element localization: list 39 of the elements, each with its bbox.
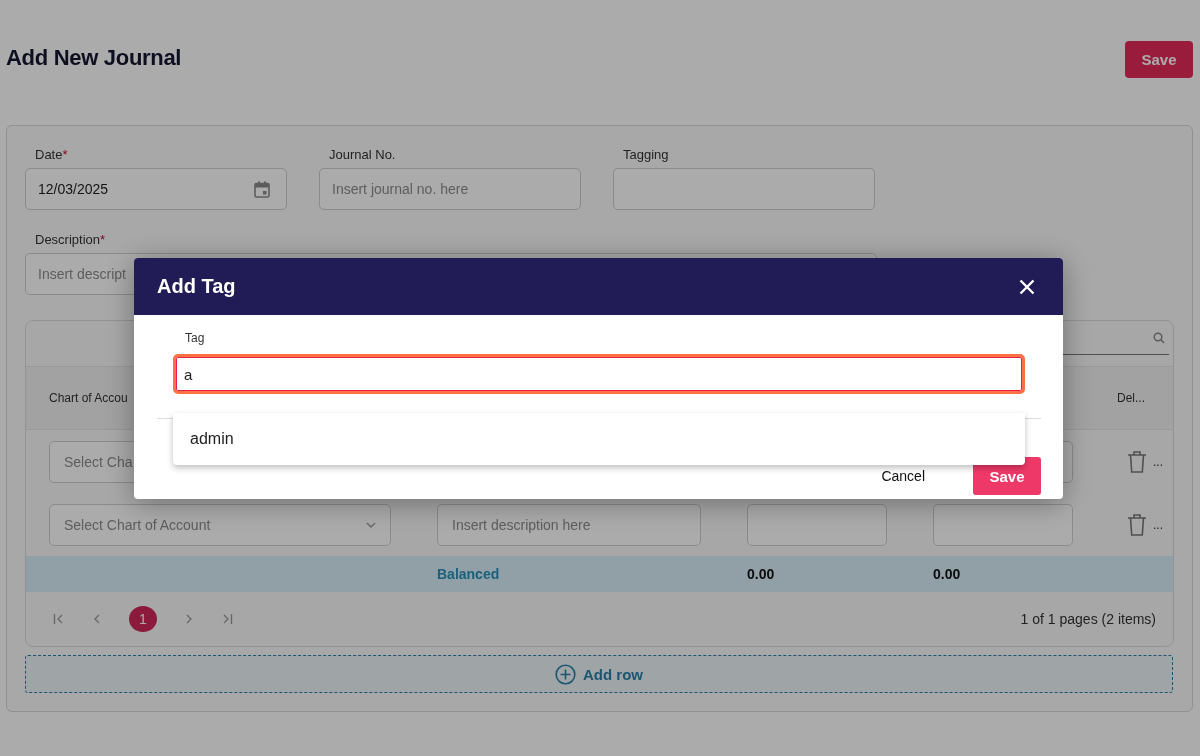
debit-input[interactable] xyxy=(747,503,887,546)
field-label: Tag xyxy=(185,331,206,345)
search-icon xyxy=(1153,331,1165,344)
date-field[interactable]: 12/03/2025 xyxy=(25,168,287,210)
balance-status: Balanced xyxy=(437,566,501,582)
account-select[interactable]: Select Chart of Account xyxy=(49,503,391,546)
previous-page-icon[interactable] xyxy=(93,614,101,624)
more-text: ... xyxy=(1153,454,1163,469)
save-button[interactable]: Save xyxy=(1125,41,1193,78)
dialog-title: Add Tag xyxy=(157,275,236,298)
next-page-icon[interactable] xyxy=(185,614,193,624)
trash-icon[interactable] xyxy=(1127,449,1147,474)
text-field[interactable]: Insert journal no. here xyxy=(319,168,581,210)
text-field[interactable] xyxy=(613,168,875,210)
field-label: Journal No. xyxy=(329,147,397,162)
description-input[interactable]: Insert description here xyxy=(437,503,701,546)
credit-input[interactable] xyxy=(933,503,1073,546)
cancel-button[interactable]: Cancel xyxy=(881,468,925,484)
field-label: Description* xyxy=(35,232,107,247)
last-page-icon[interactable] xyxy=(221,614,233,624)
first-page-icon[interactable] xyxy=(53,614,65,624)
page-summary: 1 of 1 pages (2 items) xyxy=(1020,611,1156,627)
add-row-button[interactable]: Add row xyxy=(25,655,1173,693)
column-header: Del... xyxy=(1117,391,1146,405)
field-label: Date* xyxy=(35,147,69,162)
column-header: Chart of Accou xyxy=(49,391,129,405)
calendar-icon[interactable] xyxy=(254,180,270,198)
field-label: Tagging xyxy=(623,147,670,162)
suggestion-option[interactable]: admin xyxy=(173,413,1025,465)
debit-total: 0.00 xyxy=(747,566,776,582)
credit-total: 0.00 xyxy=(933,566,962,582)
tag-input[interactable]: a xyxy=(173,354,1025,394)
more-text: ... xyxy=(1153,517,1163,532)
chevron-down-icon xyxy=(366,521,376,528)
plus-circle-icon xyxy=(555,663,576,685)
page-button[interactable]: 1 xyxy=(129,606,157,632)
trash-icon[interactable] xyxy=(1127,512,1147,537)
page-title: Add New Journal xyxy=(6,45,182,71)
close-icon[interactable] xyxy=(1019,278,1035,295)
